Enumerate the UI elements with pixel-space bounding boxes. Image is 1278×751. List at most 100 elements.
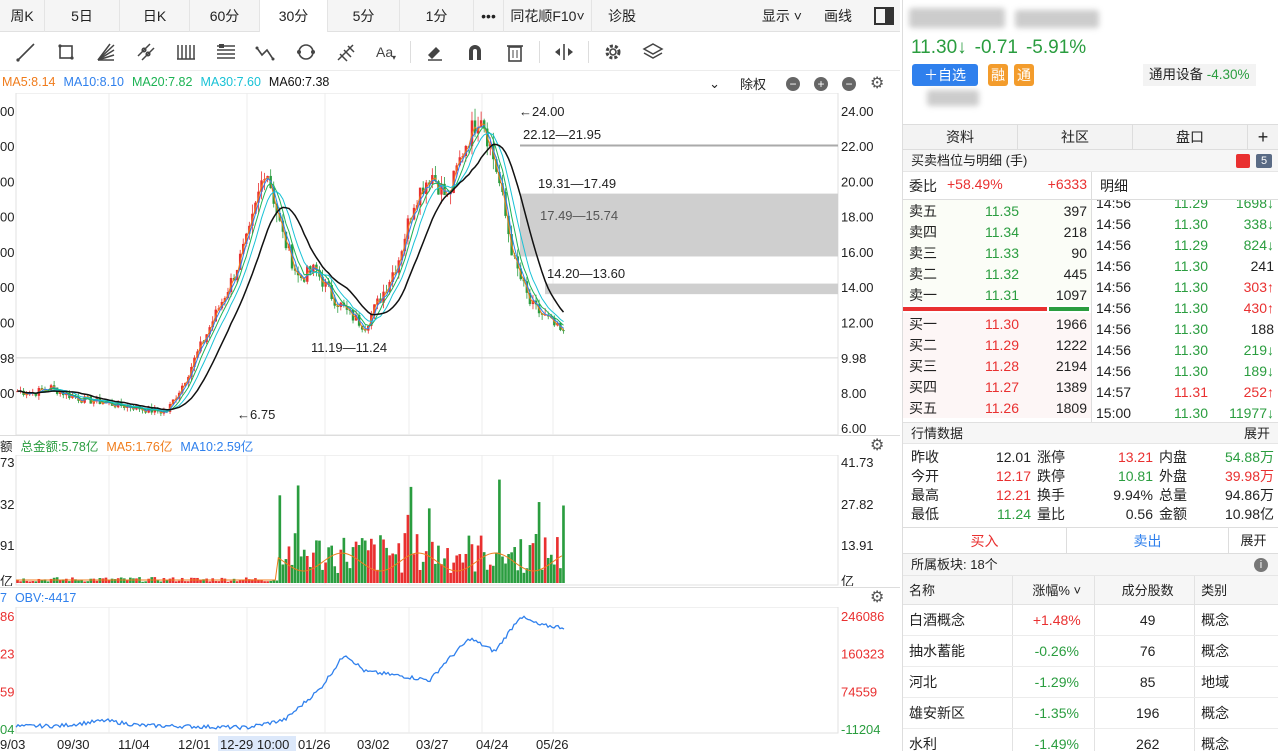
gann-tool-icon[interactable] xyxy=(326,37,366,67)
layers-icon[interactable] xyxy=(633,37,673,67)
add-tab-icon[interactable]: + xyxy=(1248,125,1278,149)
market-value: 12.01 xyxy=(995,448,1031,465)
fan-tool-icon[interactable] xyxy=(86,37,126,67)
trash-icon[interactable] xyxy=(495,37,535,67)
tab-5min[interactable]: 5分 xyxy=(328,0,400,32)
margin-badge[interactable]: 融 xyxy=(988,64,1008,86)
plus-icon[interactable]: + xyxy=(814,76,828,91)
collapse-chevron-icon[interactable]: ⌄ xyxy=(709,76,720,92)
market-expand-button[interactable]: 展开 xyxy=(1244,423,1270,445)
price-tick-left: 00 xyxy=(0,174,14,189)
red-flag-icon[interactable] xyxy=(1236,154,1250,168)
price-chart[interactable]: ←24.00 22.12—21.95 19.31—17.49 17.49—15.… xyxy=(0,93,900,435)
ask-row[interactable]: 卖一 11.31 1097 xyxy=(903,284,1091,305)
gear-icon[interactable]: ⚙ xyxy=(870,590,886,606)
bid-row[interactable]: 买三 11.28 2194 xyxy=(903,355,1091,376)
tab-diagnose[interactable]: 诊股 xyxy=(592,0,652,32)
connect-badge[interactable]: 通 xyxy=(1014,64,1034,86)
bid-row[interactable]: 买四 11.27 1389 xyxy=(903,376,1091,397)
tab-60min[interactable]: 60分 xyxy=(190,0,260,32)
level-label: 买四 xyxy=(909,378,937,395)
period-lines-icon[interactable] xyxy=(166,37,206,67)
eraser-icon[interactable] xyxy=(415,37,455,67)
obv-chart[interactable]: 246086 160323 74559 -11204 86 23 59 04 9/03 09/3… xyxy=(0,607,900,751)
orderbook-body: 卖五 11.35 397 卖四 11.34 218 卖三 11.33 90 卖二 11.32 445 卖… xyxy=(903,200,1278,422)
channel-tool-icon[interactable] xyxy=(126,37,166,67)
toolbar-divider xyxy=(588,40,589,63)
wave-tool-icon[interactable] xyxy=(246,37,286,67)
text-tool-icon[interactable]: Aa ▾ xyxy=(366,37,406,67)
level-label: 卖四 xyxy=(909,223,937,240)
sector-tag[interactable]: 通用设备 -4.30% xyxy=(1143,64,1256,86)
trade-expand-button[interactable]: 展开 xyxy=(1229,528,1278,553)
ask-row[interactable]: 卖五 11.35 397 xyxy=(903,200,1091,221)
rectangle-tool-icon[interactable] xyxy=(46,37,86,67)
ask-row[interactable]: 卖二 11.32 445 xyxy=(903,263,1091,284)
fibonacci-tool-icon[interactable] xyxy=(206,37,246,67)
gear-icon[interactable]: ⚙ xyxy=(870,438,886,454)
info-icon[interactable]: i xyxy=(1254,558,1268,572)
tab-orderbook[interactable]: 盘口 xyxy=(1133,125,1248,149)
sector-pct: -4.30% xyxy=(1206,67,1250,82)
sectors-col-header[interactable]: 涨幅% ˅ xyxy=(1012,576,1096,605)
line-tool-icon[interactable] xyxy=(6,37,46,67)
volume-bar xyxy=(116,578,120,583)
bid-row[interactable]: 买五 11.26 1809 xyxy=(903,397,1091,418)
minus-icon[interactable]: − xyxy=(786,76,800,91)
volume-bar xyxy=(83,581,86,583)
tab-5day[interactable]: 5日 xyxy=(45,0,120,32)
sector-row[interactable]: 抽水蓄能 -0.26% 76 概念 xyxy=(903,635,1278,667)
sell-button[interactable]: 卖出 xyxy=(1067,528,1229,553)
price-tick-right: 6.00 xyxy=(841,421,866,435)
gear-icon[interactable]: ⚙ xyxy=(870,75,886,92)
sector-row[interactable]: 白酒概念 +1.48% 49 概念 xyxy=(903,604,1278,636)
toolbar-divider xyxy=(539,40,540,63)
tick-volume: 303↑ xyxy=(1243,278,1274,295)
bid-row[interactable]: 买一 11.30 1966 xyxy=(903,313,1091,334)
volume-bar xyxy=(135,578,138,583)
price-tick-right: 22.00 xyxy=(841,139,874,154)
sector-row[interactable]: 雄安新区 -1.35% 196 概念 xyxy=(903,697,1278,729)
draw-line-button[interactable]: 画线 xyxy=(824,6,852,26)
zone-band2 xyxy=(520,193,838,257)
bid-levels: 买一 11.30 1966 买二 11.29 1222 买三 11.28 2194 买四 11.27… xyxy=(903,313,1091,418)
market-value: 0.56 xyxy=(1125,505,1153,522)
tab-weekly[interactable]: 周K xyxy=(0,0,45,32)
volume-chart[interactable]: 41.73 27.82 13.91 亿 73 32 91 亿 xyxy=(0,455,900,586)
sector-row[interactable]: 河北 -1.29% 85 地域 xyxy=(903,666,1278,698)
volume-bar xyxy=(31,581,35,583)
ask-row[interactable]: 卖三 11.33 90 xyxy=(903,242,1091,263)
cycle-tool-icon[interactable] xyxy=(286,37,326,67)
volume-bar xyxy=(549,554,553,583)
tab-daily[interactable]: 日K xyxy=(120,0,190,32)
add-watchlist-button[interactable]: ＋自选 xyxy=(912,64,978,86)
tab-f10[interactable]: 同花顺F10˅ xyxy=(504,0,592,32)
price-tick-right: 9.98 xyxy=(841,351,866,366)
close-circle-icon[interactable]: − xyxy=(842,76,856,91)
volume-bar xyxy=(501,556,504,583)
tab-profile[interactable]: 资料 xyxy=(903,125,1018,149)
sector-change: -0.26% xyxy=(1012,635,1096,667)
magnet-icon[interactable] xyxy=(455,37,495,67)
volume-bar xyxy=(406,514,410,583)
volume-bar xyxy=(92,578,96,583)
tab-30min[interactable]: 30分 xyxy=(260,0,328,32)
buy-button[interactable]: 买入 xyxy=(903,528,1067,553)
settings-icon[interactable] xyxy=(593,37,633,67)
chuquan-dropdown[interactable]: 除权 xyxy=(740,74,766,93)
panel-toggle-icon[interactable] xyxy=(868,0,900,32)
tab-community[interactable]: 社区 xyxy=(1018,125,1133,149)
compress-icon[interactable] xyxy=(544,37,584,67)
tick-price: 11.30 xyxy=(1174,257,1208,274)
volume-bar xyxy=(522,572,526,583)
ask-row[interactable]: 卖四 11.34 218 xyxy=(903,221,1091,242)
tick-list[interactable]: 14:56 11.29 1698↓ 14:56 11.30 338↓ 14:56 11.29 8… xyxy=(1091,200,1278,422)
bid-row[interactable]: 买二 11.29 1222 xyxy=(903,334,1091,355)
sector-row[interactable]: 水利 -1.49% 262 概念 xyxy=(903,728,1278,751)
level-badge[interactable]: 5 xyxy=(1256,154,1272,168)
tick-price: 11.30 xyxy=(1174,215,1208,232)
more-icon[interactable]: ••• xyxy=(474,0,504,32)
display-dropdown[interactable]: 显示 ˅ xyxy=(762,6,802,26)
tab-1min[interactable]: 1分 xyxy=(400,0,474,32)
date-tick: 03/27 xyxy=(416,737,449,751)
